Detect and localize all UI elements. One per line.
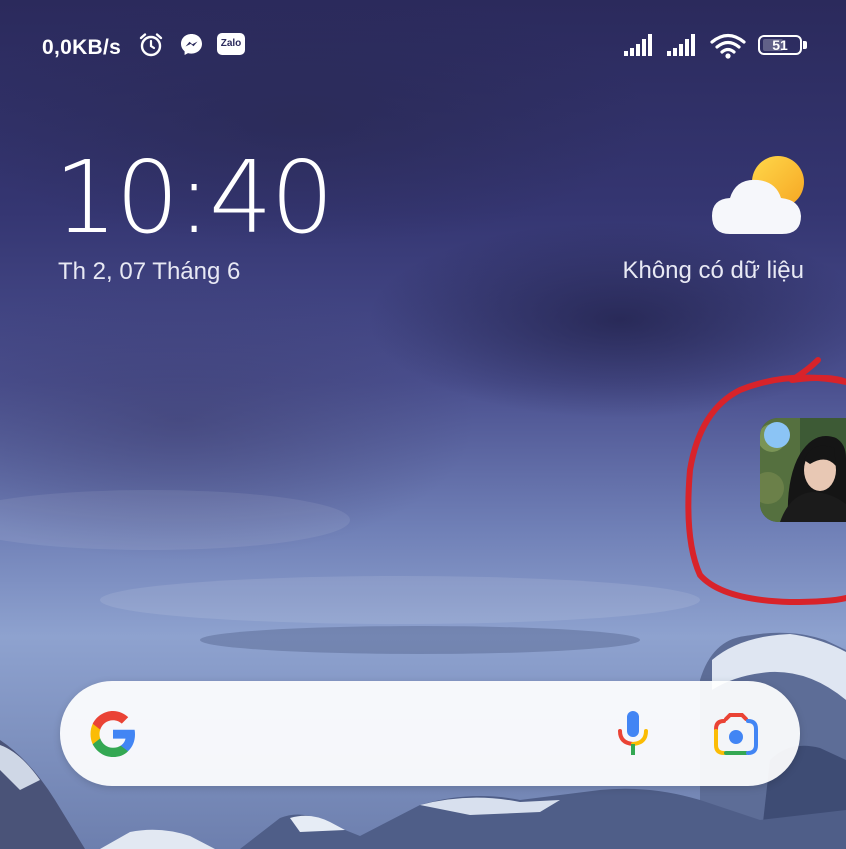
google-lens-icon[interactable]: [712, 713, 760, 757]
google-g-icon[interactable]: [86, 707, 140, 761]
google-search-bar[interactable]: [60, 681, 800, 786]
microphone-icon[interactable]: [613, 709, 653, 759]
